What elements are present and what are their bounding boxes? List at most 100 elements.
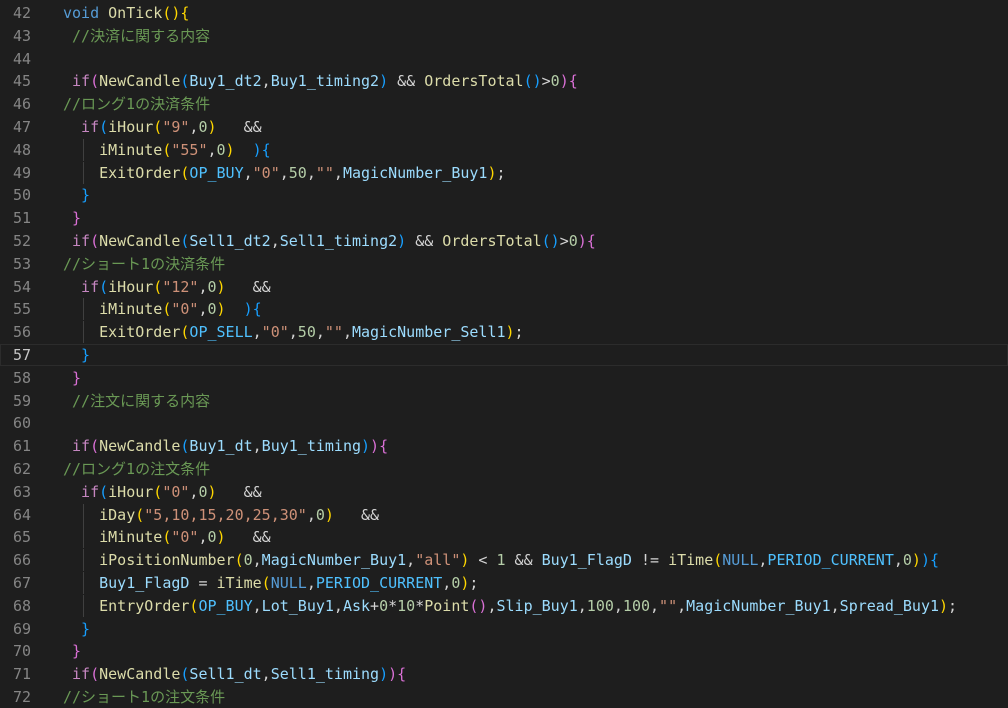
code-line[interactable]: 69} — [0, 618, 1008, 640]
code-line[interactable]: 44 — [0, 48, 1008, 70]
code-line[interactable]: 54 if(iHour("12",0) && — [0, 276, 1008, 298]
code-line[interactable]: 61 if(NewCandle(Buy1_dt,Buy1_timing)){ — [0, 435, 1008, 457]
code-line[interactable]: 67 Buy1_FlagD = iTime(NULL,PERIOD_CURRENT… — [0, 572, 1008, 594]
code-token: Buy1_timing — [261, 437, 362, 456]
code-token: ) — [361, 437, 371, 456]
code-token: ; — [514, 323, 524, 342]
indent-guide — [83, 321, 85, 344]
code-token: , — [442, 574, 452, 592]
code-token: ( — [153, 118, 163, 136]
indent-guide — [83, 298, 85, 321]
code-line[interactable]: 48 iMinute("55",0) ){ — [0, 138, 1008, 161]
code-text: //ロング1の注文条件 — [63, 458, 210, 480]
code-line[interactable]: 68 EntryOrder(OP_BUY,Lot_Buy1,Ask+0*10*Po… — [0, 594, 1008, 617]
code-line[interactable]: 55 iMinute("0",0) ){ — [0, 298, 1008, 321]
code-token: && — [406, 232, 443, 250]
code-token: * — [388, 596, 398, 615]
code-text: ExitOrder(OP_SELL,"0",50,"",MagicNumber_… — [99, 321, 523, 343]
indent-guide — [83, 572, 85, 594]
code-line[interactable]: 63 if(iHour("0",0) && — [0, 481, 1008, 503]
code-line[interactable]: 52 if(NewCandle(Sell1_dt2,Sell1_timing2) … — [0, 230, 1008, 252]
code-text: } — [81, 344, 90, 366]
code-token: NULL — [722, 551, 759, 570]
code-line[interactable]: 53 //ショート1の決済条件 — [0, 253, 1008, 275]
code-token: && — [333, 505, 380, 524]
code-token: ) — [911, 551, 921, 570]
code-text: //ロング1の決済条件 — [63, 93, 210, 115]
code-token: iMinute — [99, 300, 163, 319]
code-token: if — [81, 482, 100, 501]
code-text: //注文に関する内容 — [72, 390, 210, 412]
code-text: if(iHour("12",0) && — [81, 276, 271, 298]
code-line[interactable]: 57} — [0, 344, 1008, 366]
code-token: ) — [577, 232, 587, 250]
code-text: iMinute("0",0) && — [99, 526, 271, 548]
code-line[interactable]: 43 //決済に関する内容 — [0, 25, 1008, 47]
code-line[interactable]: 49 ExitOrder(OP_BUY,"0",50,"",MagicNumber… — [0, 161, 1008, 184]
code-text: iMinute("55",0) ){ — [99, 139, 271, 161]
code-editor[interactable]: 42 void OnTick(){43//決済に関する内容 44 45 if(NewCa… — [0, 0, 1008, 706]
code-token: ( — [90, 437, 100, 456]
code-line[interactable]: 72 //ショート1の注文条件 — [0, 686, 1008, 708]
code-token: Sell1_dt — [189, 665, 262, 684]
code-token: ) — [324, 505, 334, 524]
code-token: Slip_Buy1 — [496, 596, 578, 615]
line-number: 52 — [12, 232, 31, 250]
line-number: 67 — [12, 574, 31, 592]
line-number: 51 — [12, 209, 31, 228]
code-token: NULL — [270, 574, 307, 592]
line-number: 57 — [12, 346, 31, 364]
code-token: Buy1_timing2 — [270, 72, 380, 91]
code-token: && — [216, 118, 262, 136]
code-text: //ショート1の注文条件 — [63, 686, 225, 708]
code-token: iHour — [108, 118, 154, 136]
code-token: "0" — [252, 163, 280, 182]
code-token: if — [72, 665, 91, 684]
line-number: 48 — [12, 140, 31, 159]
code-token: } — [81, 619, 91, 638]
indent-guide — [83, 161, 85, 184]
code-token: , — [261, 665, 271, 684]
code-text: if(NewCandle(Buy1_dt,Buy1_timing)){ — [72, 435, 388, 457]
code-token: Buy1_dt — [189, 437, 253, 456]
code-token: ) — [939, 596, 949, 615]
code-line[interactable]: 64 iDay("5,10,15,20,25,30",0) && — [0, 503, 1008, 526]
code-token: //決済に関する内容 — [72, 26, 211, 45]
code-line[interactable]: 62 //ロング1の注文条件 — [0, 458, 1008, 480]
code-token: { — [379, 437, 389, 456]
code-token: () — [523, 72, 542, 91]
code-token: Point — [424, 596, 470, 615]
code-token: { — [929, 551, 940, 570]
code-token: 0 — [243, 551, 253, 570]
code-line[interactable]: 47 if(iHour("9",0) && — [0, 116, 1008, 138]
code-line[interactable]: 59 //注文に関する内容 — [0, 390, 1008, 412]
code-text: } — [72, 367, 81, 389]
code-token: ) — [243, 300, 253, 319]
code-line[interactable]: 60 — [0, 412, 1008, 434]
code-line[interactable]: 71 if(NewCandle(Sell1_dt,Sell1_timing)){ — [0, 663, 1008, 685]
code-line[interactable]: 42 void OnTick(){ — [0, 2, 1008, 24]
code-token: iHour — [108, 277, 154, 296]
code-text: iPositionNumber(0,MagicNumber_Buy1,"all"… — [99, 549, 939, 571]
code-line[interactable]: 51} — [0, 207, 1008, 229]
code-line[interactable]: 58} — [0, 367, 1008, 389]
code-text: } — [81, 618, 90, 640]
code-token: MagicNumber_Buy1 — [686, 596, 831, 615]
code-line[interactable]: 45 if(NewCandle(Buy1_dt2,Buy1_timing2) &&… — [0, 70, 1008, 92]
code-token: } — [81, 346, 91, 364]
code-token: iTime — [668, 551, 714, 570]
code-token: MagicNumber_Buy1 — [342, 163, 488, 182]
code-line[interactable]: 46 //ロング1の決済条件 — [0, 93, 1008, 115]
code-line[interactable]: 56 ExitOrder(OP_SELL,"0",50,"",MagicNumbe… — [0, 321, 1008, 344]
code-line[interactable]: 50} — [0, 184, 1008, 206]
code-token: PERIOD_CURRENT — [767, 551, 894, 570]
code-token: != — [631, 551, 669, 570]
code-line[interactable]: 70} — [0, 640, 1008, 662]
code-token: OrdersTotal — [424, 72, 524, 91]
code-line[interactable]: 65 iMinute("0",0) && — [0, 526, 1008, 549]
code-token: ( — [162, 140, 172, 159]
code-token: ) — [216, 277, 226, 296]
code-line[interactable]: 66 iPositionNumber(0,MagicNumber_Buy1,"al… — [0, 549, 1008, 572]
